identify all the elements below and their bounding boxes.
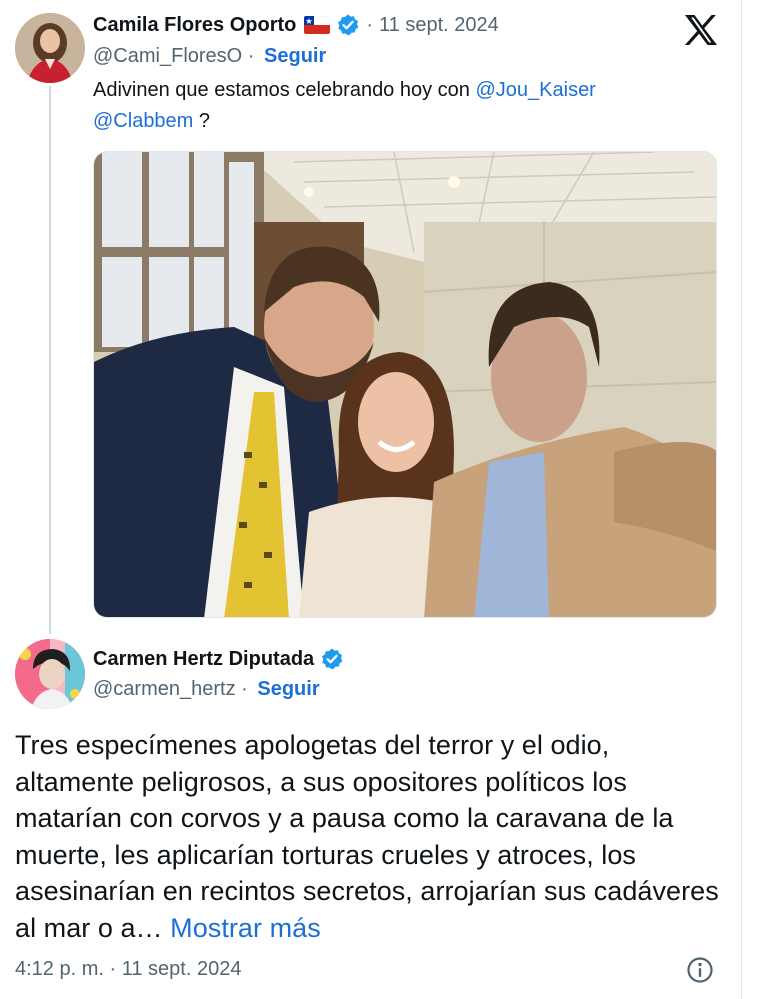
info-icon[interactable] bbox=[686, 956, 714, 984]
avatar-carmen[interactable] bbox=[15, 639, 85, 709]
show-more-link[interactable]: Mostrar más bbox=[170, 913, 321, 943]
separator-dot: · bbox=[366, 13, 374, 36]
thread-connector-line bbox=[49, 86, 51, 634]
tweet-timestamp[interactable]: 4:12 p. m. · 11 sept. 2024 bbox=[15, 958, 241, 981]
x-logo-icon[interactable] bbox=[683, 12, 719, 48]
tweet1-handle-row: @Cami_FloresO · Seguir bbox=[93, 45, 326, 68]
mention-link[interactable]: @Clabbem bbox=[93, 110, 193, 132]
author-handle[interactable]: @Cami_FloresO bbox=[93, 45, 242, 67]
tweet-date[interactable]: 11 sept. 2024 bbox=[379, 14, 499, 37]
mention-link[interactable]: @Jou_Kaiser bbox=[475, 79, 595, 101]
tweet1-header: Camila Flores Oporto · 11 sept. 2024 bbox=[93, 13, 499, 37]
author-handle[interactable]: @carmen_hertz bbox=[93, 678, 236, 700]
tweet-text-tail: ? bbox=[193, 110, 211, 132]
avatar-camila[interactable] bbox=[15, 13, 85, 83]
chile-flag-icon bbox=[304, 16, 331, 34]
page-margin bbox=[742, 0, 766, 999]
verified-badge-icon bbox=[320, 647, 344, 671]
tweet2-header: Carmen Hertz Diputada bbox=[93, 647, 344, 671]
follow-button[interactable]: Seguir bbox=[257, 678, 319, 700]
tweet-photo[interactable] bbox=[93, 151, 717, 618]
verified-badge-icon bbox=[336, 13, 360, 37]
tweet-text-body: Adivinen que estamos celebrando hoy con bbox=[93, 79, 476, 101]
handle-separator: · bbox=[247, 45, 255, 67]
tweet1-text: Adivinen que estamos celebrando hoy con … bbox=[93, 75, 713, 137]
handle-separator: · bbox=[241, 678, 248, 700]
follow-button[interactable]: Seguir bbox=[264, 45, 326, 67]
tweet2-text: Tres especímenes apologetas del terror y… bbox=[15, 727, 725, 946]
tweet-text-body: Tres especímenes apologetas del terror y… bbox=[15, 730, 719, 943]
author-name[interactable]: Camila Flores Oporto bbox=[93, 14, 296, 37]
tweet-embed-card: Camila Flores Oporto · 11 sept. 2024 @Ca… bbox=[0, 0, 742, 999]
author-name[interactable]: Carmen Hertz Diputada bbox=[93, 648, 314, 671]
tweet2-handle-row: @carmen_hertz · Seguir bbox=[93, 678, 320, 701]
